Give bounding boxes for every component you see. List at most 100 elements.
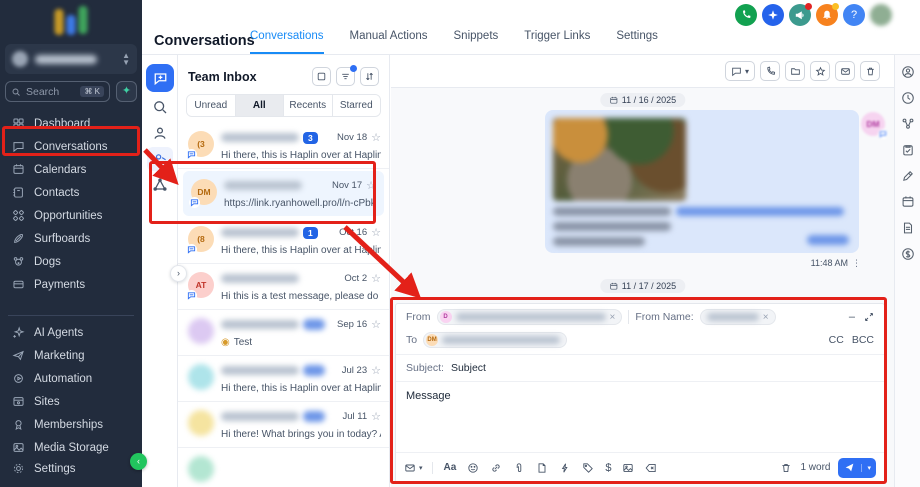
tab-settings[interactable]: Settings bbox=[616, 30, 658, 54]
to-address-pill[interactable]: DM bbox=[423, 332, 568, 348]
payments-button[interactable] bbox=[901, 247, 915, 266]
send-options-chevron[interactable]: ▾ bbox=[861, 463, 876, 472]
appointments-button[interactable] bbox=[901, 195, 915, 214]
remove-icon[interactable]: × bbox=[610, 312, 616, 323]
conversation-item-selected[interactable]: DM Nov 17 ☆ https://link.ryanhowell.pro/… bbox=[183, 171, 384, 216]
conversation-item-partial[interactable] bbox=[178, 448, 389, 487]
call-button[interactable] bbox=[760, 61, 780, 81]
mark-unread-button[interactable] bbox=[835, 61, 855, 81]
sidebar-item-dogs[interactable]: Dogs bbox=[0, 250, 142, 273]
delete-button[interactable] bbox=[860, 61, 880, 81]
discard-button[interactable] bbox=[780, 462, 792, 474]
conversation-item[interactable]: Jul 23 ☆ Hi there, this is Haplin over a… bbox=[178, 356, 389, 402]
associations-button[interactable] bbox=[901, 117, 915, 136]
channel-selector[interactable]: ▾ bbox=[724, 61, 755, 81]
star-icon[interactable]: ☆ bbox=[366, 179, 376, 192]
sidebar-item-automation[interactable]: Automation bbox=[0, 367, 142, 390]
reply-link-redacted[interactable] bbox=[807, 235, 849, 245]
trigger-link-button[interactable] bbox=[582, 462, 594, 474]
tab-manual-actions[interactable]: Manual Actions bbox=[350, 30, 428, 54]
payment-request-button[interactable]: $ bbox=[605, 462, 611, 474]
cc-button[interactable]: CC bbox=[829, 334, 844, 346]
message-body-input[interactable]: Message bbox=[396, 382, 884, 444]
search-input[interactable]: Search ⌘ K bbox=[5, 81, 110, 102]
from-address-pill[interactable]: D × bbox=[436, 309, 623, 325]
sidebar-item-conversations[interactable]: Conversations bbox=[0, 135, 142, 158]
announcements-button[interactable] bbox=[789, 3, 812, 26]
star-icon[interactable]: ☆ bbox=[371, 131, 381, 144]
message-menu-button[interactable]: ⋮ bbox=[852, 258, 861, 268]
sidebar-item-dashboard[interactable]: Dashboard bbox=[0, 112, 142, 135]
filter-all[interactable]: All bbox=[235, 95, 284, 116]
rail-conversations-button[interactable] bbox=[146, 64, 174, 92]
conversation-item[interactable]: Jul 11 ☆ Hi there! What brings you in to… bbox=[178, 402, 389, 448]
filter-button[interactable] bbox=[336, 65, 357, 86]
template-button[interactable] bbox=[536, 462, 548, 474]
conversation-item[interactable]: (8 1 Oct 16 ☆ Hi there, this is Haplin o… bbox=[178, 218, 389, 264]
message-photo-attachment[interactable] bbox=[553, 118, 686, 201]
conversation-item[interactable]: (3 3 Nov 18 ☆ Hi there, this is Haplin o… bbox=[178, 123, 389, 169]
notes-button[interactable] bbox=[901, 169, 915, 188]
tasks-button[interactable] bbox=[901, 143, 915, 162]
sidebar-item-memberships[interactable]: Memberships bbox=[0, 413, 142, 436]
sidebar-item-calendars[interactable]: Calendars bbox=[0, 158, 142, 181]
academy-button[interactable] bbox=[762, 4, 784, 26]
panel-expand-button[interactable]: › bbox=[170, 265, 187, 282]
phone-button[interactable] bbox=[735, 4, 757, 26]
sidebar-item-payments[interactable]: Payments bbox=[0, 273, 142, 296]
star-icon[interactable]: ☆ bbox=[371, 226, 381, 239]
documents-button[interactable] bbox=[901, 221, 915, 240]
sidebar-item-sites[interactable]: Sites bbox=[0, 390, 142, 413]
bcc-button[interactable]: BCC bbox=[852, 334, 874, 346]
sidebar-item-ai-agents[interactable]: AI Agents bbox=[0, 321, 142, 344]
ai-sparkle-button[interactable]: ✦ bbox=[116, 81, 137, 102]
archive-button[interactable] bbox=[785, 61, 805, 81]
minimize-button[interactable]: – bbox=[849, 311, 855, 323]
notifications-button[interactable] bbox=[816, 3, 839, 26]
remove-icon[interactable]: × bbox=[763, 312, 769, 323]
channel-email-selector[interactable]: ▾ bbox=[404, 461, 433, 474]
user-avatar[interactable] bbox=[870, 4, 892, 26]
tab-snippets[interactable]: Snippets bbox=[454, 30, 499, 54]
filter-starred[interactable]: Starred bbox=[332, 95, 380, 116]
rail-contacts-button[interactable] bbox=[152, 125, 168, 146]
star-icon[interactable]: ☆ bbox=[371, 318, 381, 331]
filter-recents[interactable]: Recents bbox=[284, 95, 333, 116]
tab-trigger-links[interactable]: Trigger Links bbox=[524, 30, 590, 54]
conversation-item[interactable]: Sep 16 ☆ ◉ Test bbox=[178, 310, 389, 356]
attachment-button[interactable] bbox=[513, 462, 525, 474]
sidebar-item-marketing[interactable]: Marketing bbox=[0, 344, 142, 367]
sidebar-collapse-button[interactable]: ‹ bbox=[130, 453, 147, 470]
sidebar-item-media-storage[interactable]: Media Storage bbox=[0, 436, 142, 457]
expand-icon[interactable] bbox=[864, 312, 874, 322]
conversation-item[interactable]: AT Oct 2 ☆ Hi this is a test message, pl… bbox=[178, 264, 389, 310]
rail-search-button[interactable] bbox=[152, 99, 168, 120]
sidebar-item-settings[interactable]: Settings bbox=[0, 457, 142, 480]
tab-conversations[interactable]: Conversations bbox=[250, 30, 324, 54]
subject-input[interactable]: Subject bbox=[451, 362, 486, 374]
sidebar-item-contacts[interactable]: Contacts bbox=[0, 181, 142, 204]
link-button[interactable] bbox=[490, 462, 502, 474]
text-format-button[interactable]: Aa bbox=[444, 462, 457, 473]
rail-ai-bot-button[interactable] bbox=[152, 177, 168, 198]
select-all-checkbox[interactable] bbox=[312, 67, 331, 86]
send-button[interactable]: ▾ bbox=[838, 457, 876, 478]
sidebar-item-surfboards[interactable]: Surfboards bbox=[0, 227, 142, 250]
clear-button[interactable] bbox=[645, 462, 657, 474]
snippet-button[interactable] bbox=[559, 462, 571, 474]
star-icon[interactable]: ☆ bbox=[371, 410, 381, 423]
sidebar-item-opportunities[interactable]: Opportunities bbox=[0, 204, 142, 227]
account-switcher[interactable]: ▲ ▼ bbox=[5, 44, 137, 74]
help-button[interactable]: ? bbox=[843, 4, 865, 26]
star-icon[interactable]: ☆ bbox=[371, 272, 381, 285]
filter-unread[interactable]: Unread bbox=[187, 95, 236, 116]
sort-button[interactable] bbox=[360, 67, 379, 86]
star-icon[interactable]: ☆ bbox=[371, 364, 381, 377]
emoji-button[interactable] bbox=[467, 462, 479, 474]
from-name-pill[interactable]: × bbox=[699, 309, 776, 325]
rail-assigned-button[interactable] bbox=[147, 147, 173, 171]
history-button[interactable] bbox=[901, 91, 915, 110]
star-button[interactable] bbox=[810, 61, 830, 81]
image-button[interactable] bbox=[622, 462, 634, 474]
contact-info-button[interactable] bbox=[901, 65, 915, 84]
